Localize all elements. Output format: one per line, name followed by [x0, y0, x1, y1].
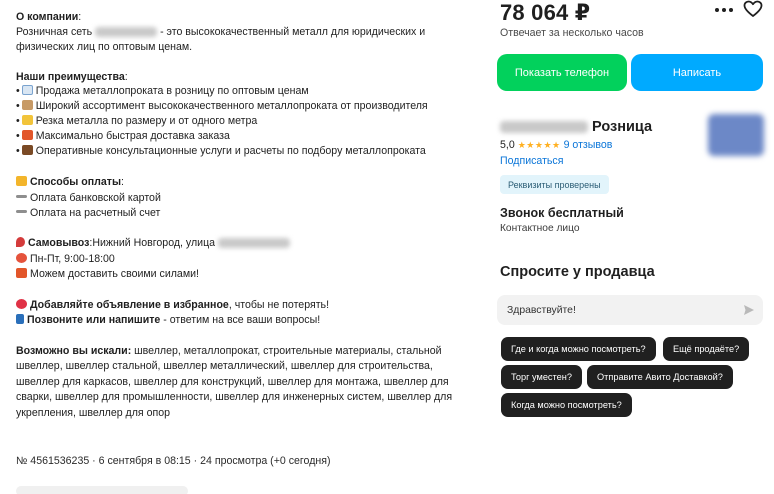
phone-emoji-icon: [16, 314, 24, 324]
quick-question-chip[interactable]: Торг уместен?: [501, 365, 582, 389]
pickup-address: Нижний Новгород, улица: [92, 237, 216, 249]
about-text: Розничная сеть: [16, 26, 93, 38]
rating-value: 5,0: [500, 139, 515, 151]
reviews-link[interactable]: 9 отзывов: [564, 139, 613, 151]
ask-seller-title: Спросите у продавца: [500, 264, 655, 280]
quick-question-chip[interactable]: Отправите Авито Доставкой?: [587, 365, 733, 389]
hidden-company-name: [95, 27, 158, 38]
payment-item: Оплата на расчетный счет: [16, 206, 160, 221]
listing-meta: № 4561536235 · 6 сентября в 08:15 · 24 п…: [16, 455, 331, 467]
advantage-item: • Максимально быстрая доставка заказа: [16, 130, 230, 142]
about-line-2: физических лиц по оптовым ценам.: [16, 41, 193, 53]
write-button[interactable]: Написать: [631, 54, 763, 91]
free-call-title: Звонок бесплатный: [500, 206, 624, 220]
advantage-item: • Оперативные консультационные услуги и р…: [16, 145, 426, 157]
chart-icon: [21, 85, 33, 95]
pin-icon: [16, 237, 25, 247]
seller-rating: 5,0 ★★★★★ 9 отзывов: [500, 139, 612, 151]
advantages-title: Наши преимущества: [16, 71, 125, 83]
more-icon[interactable]: [714, 2, 734, 18]
show-phone-button[interactable]: Показать телефон: [497, 54, 627, 91]
truck-icon: [16, 268, 27, 278]
favorite-cta: Добавляйте объявление в избранное: [30, 299, 229, 311]
hidden-street: [218, 238, 290, 249]
clock-icon: [16, 253, 27, 263]
work-hours: Пн-Пт, 9:00-18:00: [30, 253, 115, 265]
subscribe-link[interactable]: Подписаться: [500, 155, 563, 167]
truck-icon: [21, 130, 33, 140]
quick-question-chip[interactable]: Когда можно посмотреть?: [501, 393, 632, 417]
heart-icon[interactable]: [743, 0, 763, 18]
hidden-seller-name: [500, 121, 588, 134]
contact-person: Контактное лицо: [500, 223, 580, 234]
quick-question-chip[interactable]: Где и когда можно посмотреть?: [501, 337, 656, 361]
rating-stars: ★★★★★: [517, 140, 561, 150]
advantage-item: • Продажа металлопроката в розницу по опт…: [16, 85, 309, 97]
advantage-item: • Резка металла по размеру и от одного ме…: [16, 115, 258, 127]
quick-question-chip[interactable]: Ещё продаёте?: [663, 337, 750, 361]
message-input[interactable]: [507, 295, 737, 325]
ruler-icon: [21, 115, 33, 125]
dash-icon: [16, 195, 27, 198]
heart-emoji-icon: [16, 299, 27, 309]
card-icon: [16, 176, 27, 186]
call-cta: Позвоните или напишите: [27, 314, 161, 326]
search-keywords: Возможно вы искали: швеллер, металлопрок…: [16, 345, 453, 419]
delivery-text: Можем доставить своими силами!: [30, 268, 199, 280]
message-box: [497, 295, 763, 325]
briefcase-icon: [21, 145, 33, 155]
advantage-item: • Широкий ассортимент высококачественного…: [16, 100, 428, 112]
verified-badge: Реквизиты проверены: [500, 175, 609, 194]
box-icon: [21, 100, 33, 110]
payment-title: Способы оплаты: [30, 176, 122, 188]
pickup-label: Самовывоз: [28, 237, 90, 249]
reply-time: Отвечает за несколько часов: [500, 27, 644, 39]
dash-icon: [16, 210, 27, 213]
about-title: О компании: [16, 11, 79, 23]
price: 78 064 ₽: [500, 0, 591, 25]
payment-item: Оплата банковской картой: [16, 191, 161, 206]
seller-name[interactable]: Розница: [500, 119, 652, 135]
send-icon[interactable]: [743, 304, 755, 316]
bottom-placeholder: [16, 486, 188, 494]
avatar[interactable]: [708, 114, 764, 156]
